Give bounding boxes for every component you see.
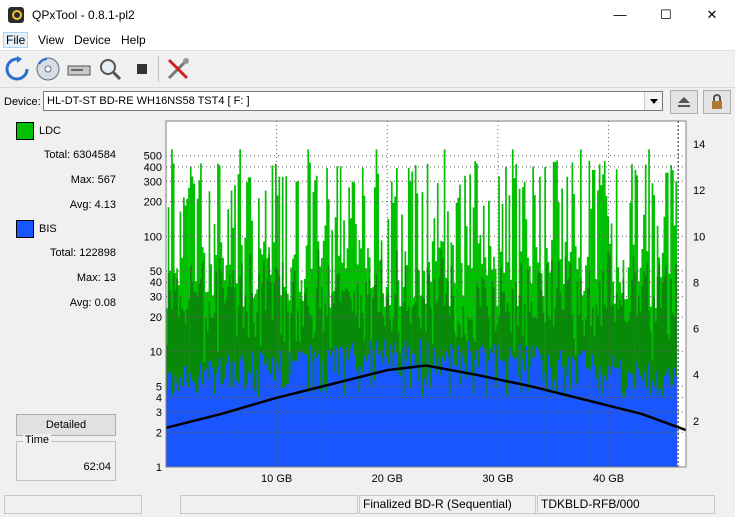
menu-help[interactable]: Help xyxy=(121,33,146,47)
menu-view[interactable]: View xyxy=(38,33,64,47)
ldc-avg: Avg: 4.13 xyxy=(69,199,116,211)
bis-max: Max: 13 xyxy=(76,272,116,284)
ldc-label: LDC xyxy=(39,125,62,137)
y-left-tick-label: 30 xyxy=(150,292,162,304)
time-box: Time 62:04 xyxy=(16,434,116,481)
eject-button[interactable] xyxy=(670,90,698,114)
toolbar-separator xyxy=(158,56,159,82)
toolbar xyxy=(0,51,735,88)
chart-area: 500 400 300 200 100 50 40 30 20 10 5 4 3 2 1 14 12 10 8 6 4 2… xyxy=(126,118,731,490)
refresh-icon[interactable] xyxy=(4,56,30,82)
status-bar: Finalized BD-R (Sequential) TDKBLD-RFB/0… xyxy=(0,493,735,517)
time-value: 62:04 xyxy=(83,461,111,473)
bis-label: BIS xyxy=(39,223,57,235)
stop-icon[interactable] xyxy=(129,56,155,82)
y-right-tick-label: 14 xyxy=(693,139,705,151)
close-button[interactable]: ✕ xyxy=(689,0,735,30)
eject-icon xyxy=(678,97,690,107)
y-right-tick-label: 2 xyxy=(693,416,699,428)
device-select-value: HL-DT-ST BD-RE WH16NS58 TST4 [ F: ] xyxy=(47,95,250,107)
y-left-tick-label: 300 xyxy=(144,176,162,188)
device-select[interactable]: HL-DT-ST BD-RE WH16NS58 TST4 [ F: ] xyxy=(43,91,663,111)
menu-bar: File View Device Help xyxy=(0,30,735,51)
y-right-tick-label: 10 xyxy=(693,231,705,243)
device-row: Device: HL-DT-ST BD-RE WH16NS58 TST4 [ F… xyxy=(0,88,735,116)
status-cell-1 xyxy=(4,495,142,514)
y-right-tick-label: 8 xyxy=(693,277,699,289)
y-left-tick-label: 400 xyxy=(144,162,162,174)
time-label: Time xyxy=(23,434,52,446)
status-disc-type: Finalized BD-R (Sequential) xyxy=(359,495,536,514)
bis-total: Total: 122898 xyxy=(49,247,116,259)
x-tick-label: 40 GB xyxy=(593,473,624,485)
x-tick-label: 30 GB xyxy=(482,473,513,485)
ldc-bis-chart: 5004003002001005040302010543211412108642… xyxy=(144,120,705,485)
lock-icon xyxy=(712,94,722,109)
disc-icon[interactable] xyxy=(35,56,61,82)
y-left-tick-label: 20 xyxy=(150,312,162,324)
y-right-tick-label: 4 xyxy=(693,370,699,382)
menu-file[interactable]: File xyxy=(2,32,29,48)
y-left-tick-label: 2 xyxy=(156,427,162,439)
x-tick-label: 10 GB xyxy=(261,473,292,485)
x-tick-label: 20 GB xyxy=(372,473,403,485)
y-left-tick-label: 100 xyxy=(144,231,162,243)
maximize-button[interactable]: ☐ xyxy=(643,0,689,30)
app-icon xyxy=(8,7,24,23)
magnifier-icon[interactable] xyxy=(97,56,123,82)
device-label: Device: xyxy=(4,96,41,108)
detailed-button[interactable]: Detailed xyxy=(16,414,116,436)
y-right-tick-label: 12 xyxy=(693,185,705,197)
y-left-tick-label: 40 xyxy=(150,277,162,289)
bis-avg: Avg: 0.08 xyxy=(69,297,116,309)
title-bar: QPxTool - 0.8.1-pl2 — ☐ ✕ xyxy=(0,0,735,30)
tools-icon[interactable] xyxy=(165,56,191,82)
ldc-max: Max: 567 xyxy=(70,174,116,186)
y-left-tick-label: 3 xyxy=(156,407,162,419)
drive-icon[interactable] xyxy=(66,56,92,82)
lock-button[interactable] xyxy=(703,90,731,114)
y-left-tick-label: 10 xyxy=(150,347,162,359)
y-left-tick-label: 1 xyxy=(156,462,162,474)
ldc-total: Total: 6304584 xyxy=(43,149,116,161)
legend-panel: LDC Total: 6304584 Max: 567 Avg: 4.13 BI… xyxy=(6,118,122,490)
status-media-id: TDKBLD-RFB/000 xyxy=(537,495,715,514)
ldc-swatch[interactable] xyxy=(16,122,34,140)
y-left-tick-label: 200 xyxy=(144,197,162,209)
chevron-down-icon[interactable] xyxy=(644,92,662,110)
menu-device[interactable]: Device xyxy=(74,33,111,47)
bis-swatch[interactable] xyxy=(16,220,34,238)
status-cell-2 xyxy=(180,495,358,514)
y-right-tick-label: 6 xyxy=(693,324,699,336)
minimize-button[interactable]: — xyxy=(597,0,643,30)
y-left-tick-label: 4 xyxy=(156,393,162,405)
window-title: QPxTool - 0.8.1-pl2 xyxy=(32,8,135,22)
